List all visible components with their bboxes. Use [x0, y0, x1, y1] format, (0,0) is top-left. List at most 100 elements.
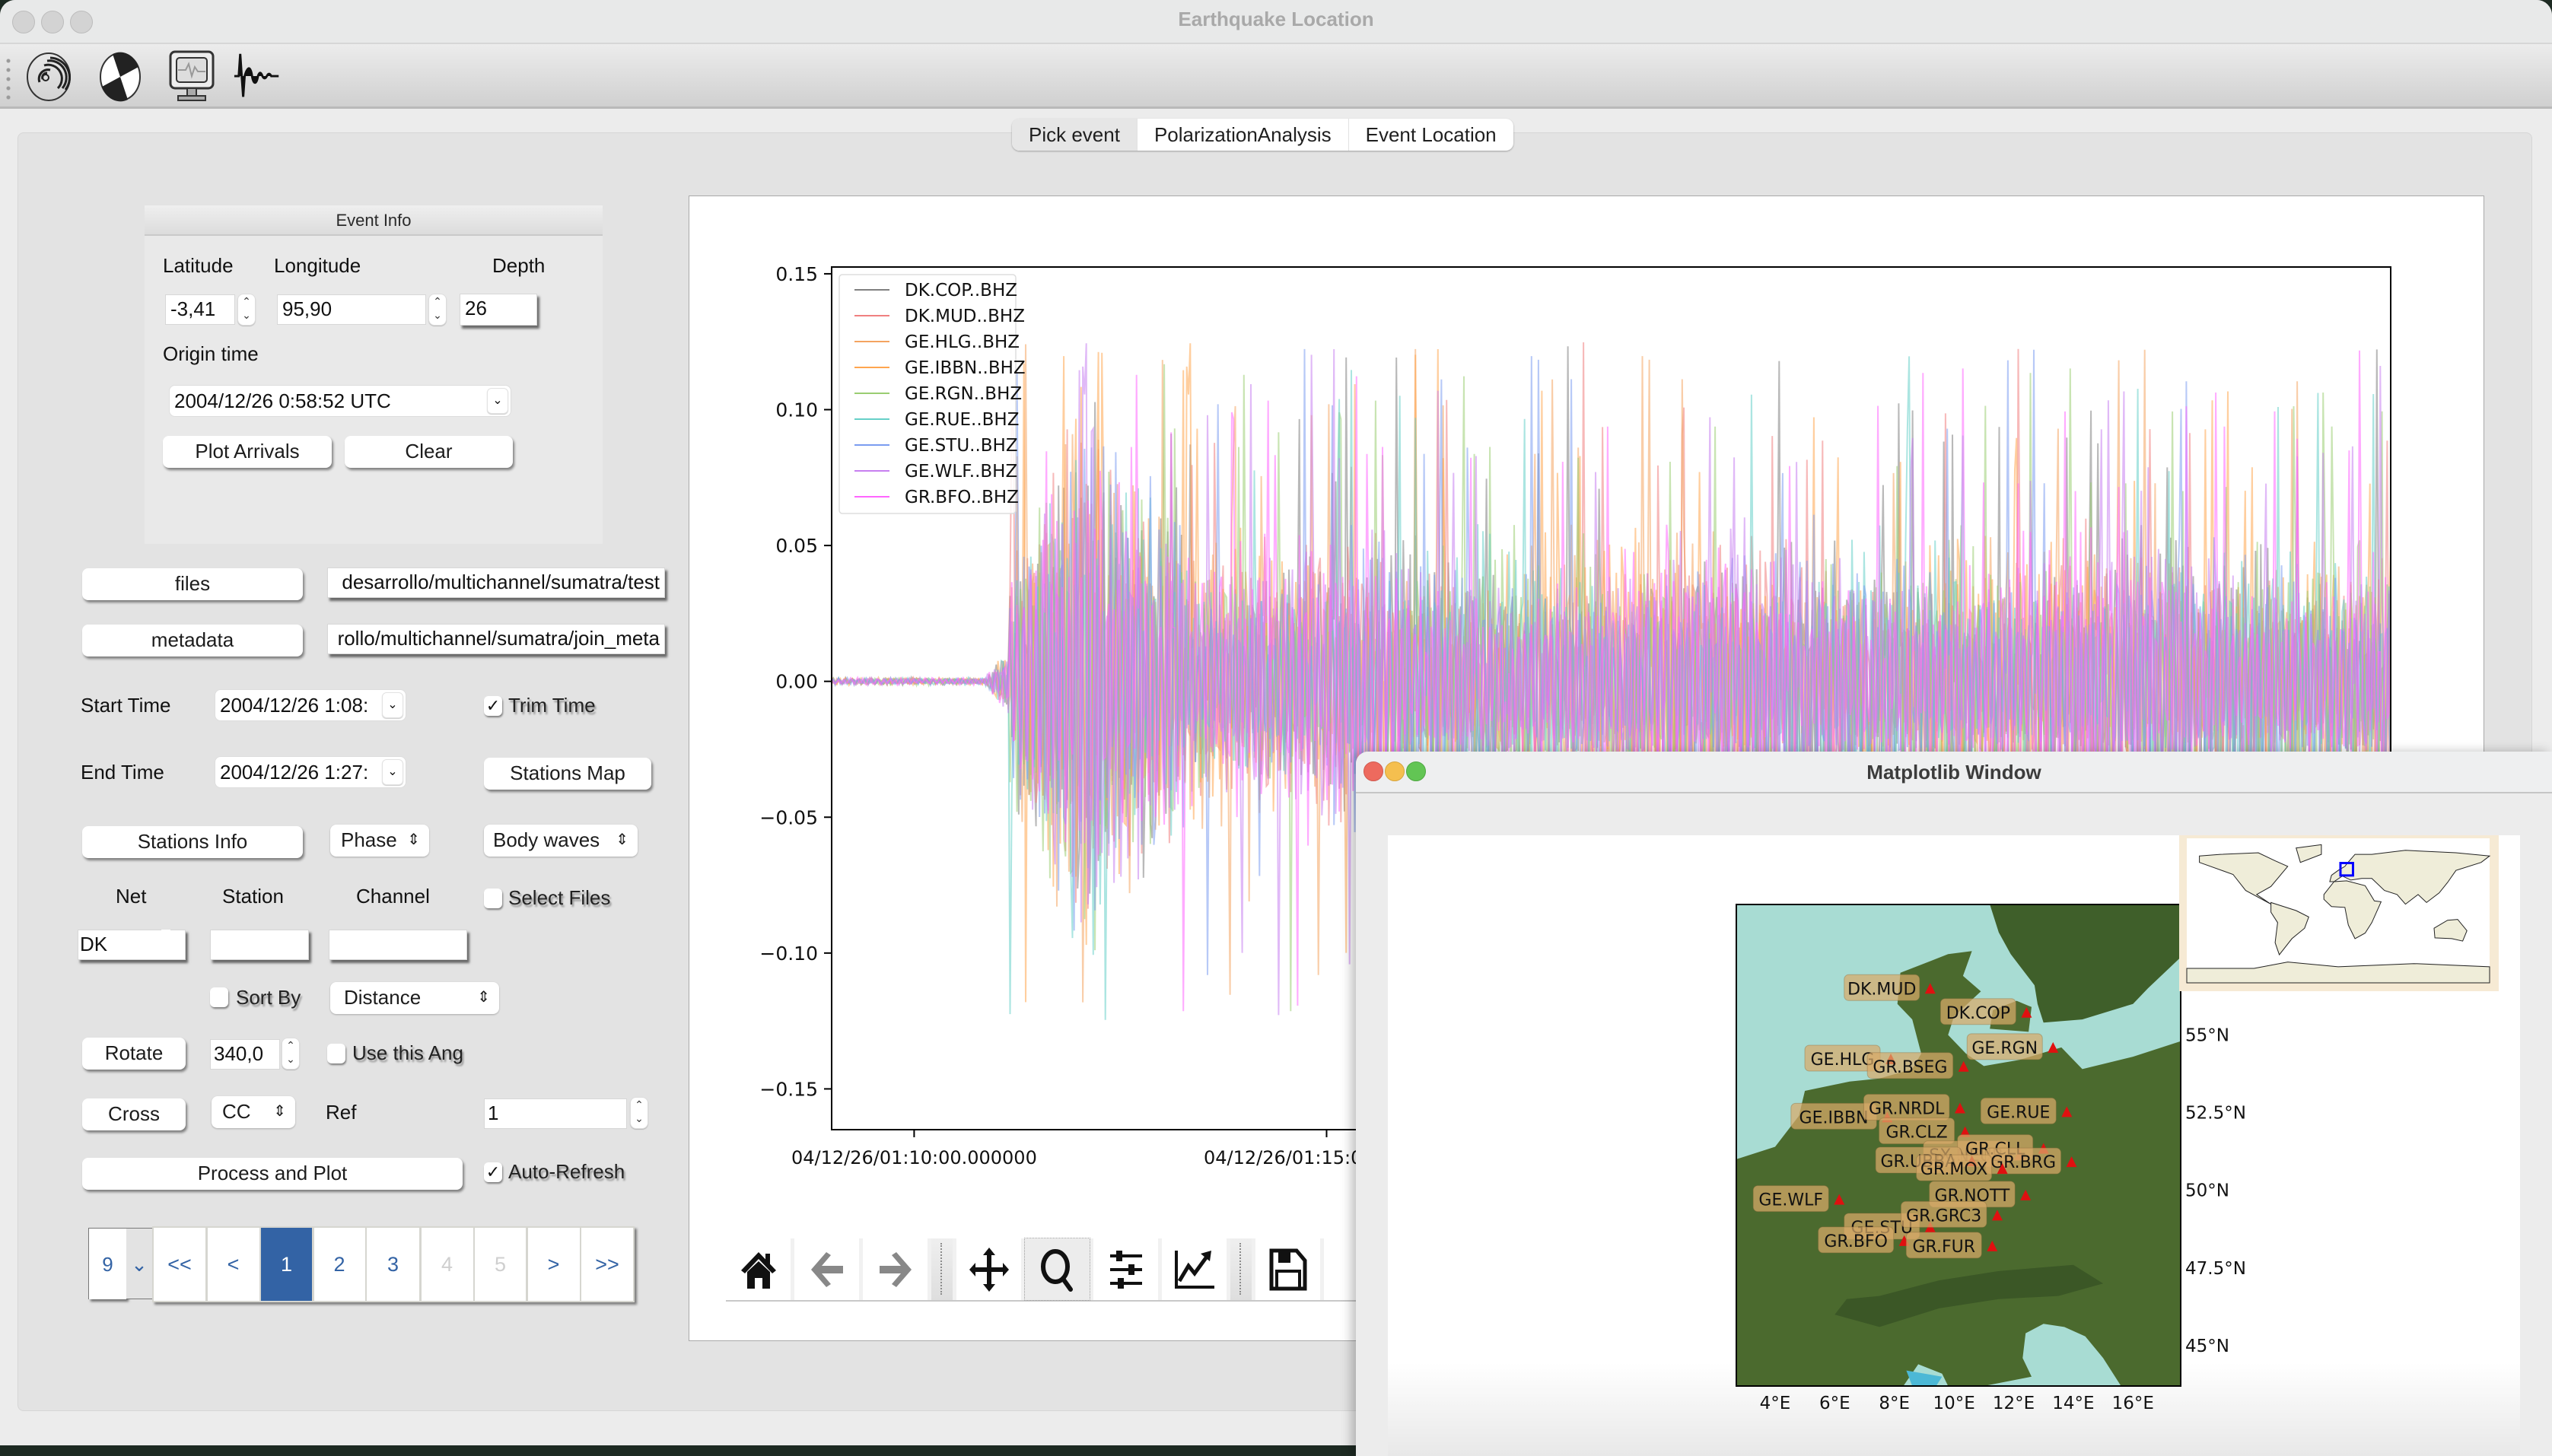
longitude-stepper[interactable]: ⌃ ⌄ — [428, 294, 447, 326]
net-label: Net — [116, 885, 147, 908]
chevron-down-icon[interactable]: ⌄ — [382, 759, 403, 785]
auto-refresh-checkbox[interactable]: ✓ — [484, 1162, 502, 1182]
legend-label: GE.STU..BHZ — [905, 436, 1018, 456]
files-path-input[interactable]: desarrollo/multichannel/sumatra/test — [327, 567, 665, 598]
cross-button[interactable]: Cross — [82, 1098, 186, 1130]
station-name: GE.HLG — [1811, 1051, 1875, 1070]
channel-input[interactable] — [329, 930, 467, 960]
clear-button[interactable]: Clear — [345, 436, 513, 468]
chevron-down-icon[interactable]: ⌄ — [487, 388, 508, 414]
page-size-input[interactable]: 9 — [88, 1228, 126, 1299]
page-5-button[interactable]: 5 — [475, 1228, 526, 1301]
select-files-checkbox[interactable] — [484, 889, 502, 908]
files-button[interactable]: files — [82, 568, 303, 600]
longitude-label: Longitude — [274, 254, 361, 277]
next-page-button[interactable]: > — [527, 1228, 580, 1301]
station-input[interactable] — [210, 930, 309, 960]
station-name: GE.WLF — [1758, 1191, 1823, 1210]
end-time-label: End Time — [81, 761, 164, 784]
zoom-button[interactable] — [1024, 1238, 1090, 1301]
metadata-button[interactable]: metadata — [82, 625, 303, 656]
depth-input[interactable]: 26 — [460, 294, 537, 326]
station-name: GR.BFO — [1824, 1232, 1888, 1251]
back-arrow-icon — [810, 1251, 843, 1287]
tab-polarization-analysis[interactable]: PolarizationAnalysis — [1138, 119, 1349, 151]
lat-tick-label: 50°N — [2185, 1181, 2229, 1201]
rotate-angle-input[interactable]: 340,0 — [210, 1039, 280, 1070]
net-input[interactable]: DK — [78, 930, 186, 960]
y-tick-label: −0.05 — [759, 806, 818, 828]
legend-label: DK.COP..BHZ — [905, 281, 1017, 300]
station-label-gr-grc3: GR.GRC3 — [1900, 1200, 1987, 1228]
forward-button[interactable] — [863, 1238, 928, 1300]
configure-subplots-button[interactable] — [1093, 1238, 1158, 1300]
forward-arrow-icon — [879, 1251, 912, 1287]
trim-time-checkbox[interactable]: ✓ — [484, 696, 502, 716]
y-tick-label: −0.10 — [759, 943, 818, 965]
page-1-button[interactable]: 1 — [261, 1228, 312, 1301]
save-figure-button[interactable] — [1255, 1238, 1320, 1300]
metadata-path-input[interactable]: rollo/multichannel/sumatra/join_meta — [327, 624, 665, 654]
first-page-button[interactable]: << — [154, 1228, 205, 1301]
stations-map-button[interactable]: Stations Map — [484, 758, 651, 790]
page-3-button[interactable]: 3 — [367, 1228, 419, 1301]
station-label-gr-fur: GR.FUR — [1905, 1232, 1982, 1259]
chevron-down-icon[interactable]: ⌄ — [382, 692, 403, 718]
tab-event-location[interactable]: Event Location — [1349, 119, 1513, 151]
monitor-waveform-icon[interactable] — [166, 50, 218, 103]
map-canvas[interactable]: DK.MUD DK.COP GE.RGN GE.HLG GR.BSEG GE.IBBN GR… — [1388, 835, 2520, 1456]
legend-label: GE.HLG..BHZ — [905, 332, 1020, 352]
prev-page-button[interactable]: < — [207, 1228, 259, 1301]
seismogram-icon[interactable] — [233, 50, 285, 103]
page-size-dropdown-chevron-icon[interactable]: ⌄ — [126, 1228, 152, 1299]
trim-time-label: Trim Time — [508, 694, 596, 717]
lon-tick-label: 12°E — [1993, 1394, 2035, 1413]
event-info-header: Event Info — [145, 205, 603, 236]
use-angle-checkbox[interactable] — [327, 1044, 345, 1063]
tab-pick-event[interactable]: Pick event — [1012, 119, 1138, 151]
latitude-stepper[interactable]: ⌃ ⌄ — [237, 294, 256, 326]
toolbar-separator — [1230, 1238, 1252, 1300]
station-name: GR.FUR — [1912, 1238, 1975, 1257]
sort-by-select[interactable]: Distance ⇕ — [330, 982, 499, 1014]
app-toolbar — [0, 44, 2552, 109]
y-tick-label: 0.15 — [775, 263, 818, 285]
event-info-group: Event Info Latitude Longitude Depth -3,4… — [145, 205, 603, 544]
page-2-button[interactable]: 2 — [313, 1228, 365, 1301]
rotate-button[interactable]: Rotate — [82, 1038, 186, 1070]
start-time-value: 2004/12/26 1:08: — [220, 694, 369, 717]
latitude-input[interactable]: -3,41 — [165, 294, 235, 325]
start-time-picker[interactable]: 2004/12/26 1:08: ⌄ — [215, 689, 406, 721]
beachball-icon[interactable] — [94, 50, 146, 103]
plot-arrivals-button[interactable]: Plot Arrivals — [163, 436, 332, 468]
title-bar: Earthquake Location — [0, 0, 2552, 44]
station-name: GE.IBBN — [1799, 1108, 1869, 1127]
longitude-input[interactable]: 95,90 — [277, 294, 426, 325]
y-tick-label: 0.05 — [775, 535, 818, 557]
stations-map[interactable]: DK.MUDDK.COPGE.RGNGE.HLGGR.BSEGGE.IBBN GR… — [1388, 835, 2520, 1456]
process-and-plot-button[interactable]: Process and Plot — [82, 1158, 463, 1190]
up-down-chevron-icon: ⇕ — [616, 831, 628, 848]
seismic-source-icon[interactable] — [23, 50, 75, 103]
legend-label: GE.IBBN..BHZ — [905, 358, 1026, 378]
ref-stepper[interactable]: ⌃ ⌄ — [630, 1097, 648, 1129]
rotate-angle-stepper[interactable]: ⌃ ⌄ — [282, 1038, 300, 1070]
last-page-button[interactable]: >> — [581, 1228, 633, 1301]
stations-info-button[interactable]: Stations Info — [82, 826, 303, 858]
wave-type-select[interactable]: Body waves ⇕ — [484, 825, 638, 857]
sort-by-checkbox[interactable] — [210, 987, 228, 1007]
end-time-picker[interactable]: 2004/12/26 1:27: ⌄ — [215, 756, 406, 788]
page-4-button[interactable]: 4 — [421, 1228, 473, 1301]
toolbar-grip-handle[interactable] — [6, 56, 11, 102]
origin-time-picker[interactable]: 2004/12/26 0:58:52 UTC ⌄ — [169, 385, 511, 417]
ref-input[interactable]: 1 — [484, 1098, 627, 1129]
edit-axis-button[interactable] — [1162, 1238, 1227, 1300]
cross-method-select[interactable]: CC ⇕ — [212, 1096, 295, 1128]
station-label-gr-mox: GR.MOX — [1916, 1154, 1993, 1181]
home-icon — [740, 1251, 776, 1289]
pan-button[interactable] — [956, 1238, 1021, 1300]
phase-select[interactable]: Phase ⇕ — [330, 825, 429, 857]
home-button[interactable] — [726, 1238, 791, 1300]
back-button[interactable] — [794, 1238, 859, 1300]
end-time-value: 2004/12/26 1:27: — [220, 761, 369, 784]
